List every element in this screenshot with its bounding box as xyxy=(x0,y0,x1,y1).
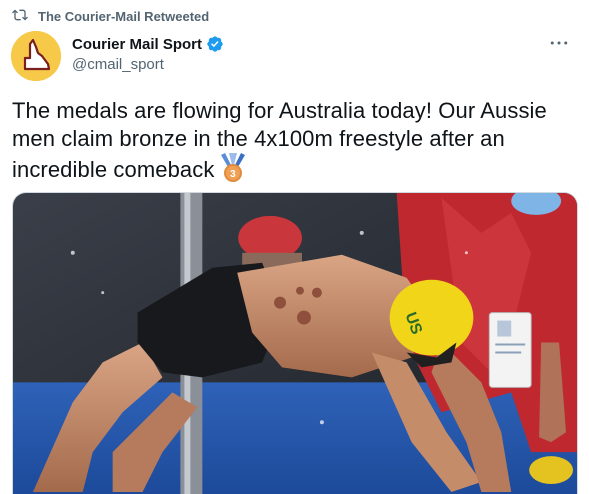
more-options-button[interactable] xyxy=(547,34,571,52)
third-place-medal-icon: 3 xyxy=(220,153,246,183)
retweet-label: The Courier-Mail Retweeted xyxy=(38,8,210,24)
author-block[interactable]: Courier Mail Sport @cmail_sport xyxy=(72,35,224,73)
retweet-icon xyxy=(12,7,28,26)
author-display-name[interactable]: Courier Mail Sport xyxy=(72,36,202,53)
retweet-header[interactable]: The Courier-Mail Retweeted xyxy=(12,6,209,26)
avatar[interactable] xyxy=(11,31,61,81)
svg-text:3: 3 xyxy=(231,169,237,180)
verified-badge-icon xyxy=(206,35,224,53)
more-options-icon xyxy=(550,41,568,45)
tweet-media-photo[interactable]: US xyxy=(12,192,578,494)
author-handle[interactable]: @cmail_sport xyxy=(72,56,224,73)
queensland-map-logo xyxy=(11,31,61,81)
swimmer-diving-photo: US xyxy=(13,193,577,494)
tweet-text-container: The medals are flowing for Australia tod… xyxy=(12,97,578,184)
tweet-text: The medals are flowing for Australia tod… xyxy=(12,98,547,182)
